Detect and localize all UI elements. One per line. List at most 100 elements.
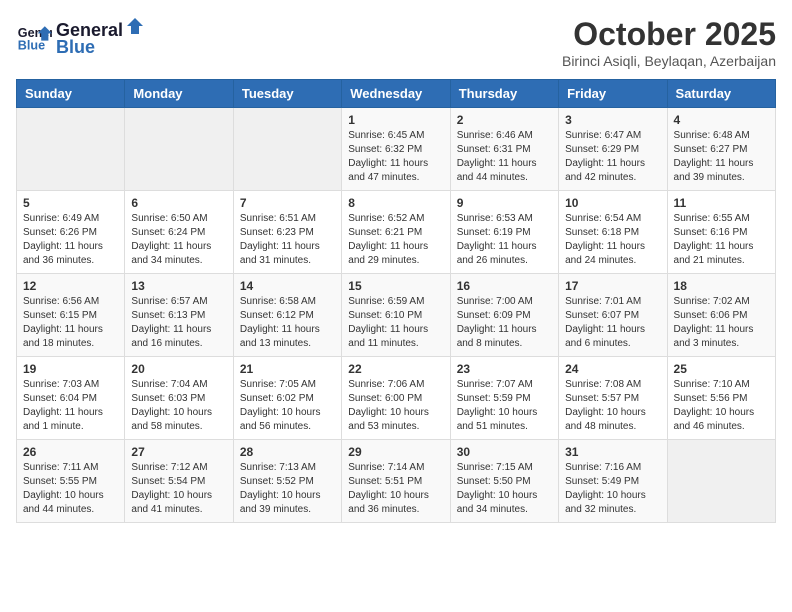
day-number: 22 <box>348 362 443 376</box>
day-number: 10 <box>565 196 660 210</box>
day-cell-25: 25 Sunrise: 7:10 AM Sunset: 5:56 PM Dayli… <box>667 357 775 440</box>
day-info: Sunrise: 7:05 AM Sunset: 6:02 PM Dayligh… <box>240 378 335 434</box>
title-block: October 2025 Birinci Asiqli, Beylaqan, A… <box>562 16 776 69</box>
location-subtitle: Birinci Asiqli, Beylaqan, Azerbaijan <box>562 53 776 69</box>
week-row-4: 19Sunrise: 7:03 AM Sunset: 6:04 PM Dayli… <box>17 357 776 440</box>
day-cell-6: 6 Sunrise: 6:50 AM Sunset: 6:24 PM Daylig… <box>125 191 233 274</box>
day-number: 9 <box>457 196 552 210</box>
column-header-thursday: Thursday <box>450 80 558 108</box>
day-cell-5: 5Sunrise: 6:49 AM Sunset: 6:26 PM Daylig… <box>17 191 125 274</box>
day-info: Sunrise: 6:50 AM Sunset: 6:24 PM Dayligh… <box>131 212 226 268</box>
day-info: Sunrise: 7:16 AM Sunset: 5:49 PM Dayligh… <box>565 461 660 517</box>
day-info: Sunrise: 7:07 AM Sunset: 5:59 PM Dayligh… <box>457 378 552 434</box>
day-number: 6 <box>131 196 226 210</box>
day-cell-27: 27Sunrise: 7:12 AM Sunset: 5:54 PM Dayli… <box>125 440 233 523</box>
day-cell-11: 11Sunrise: 6:55 AM Sunset: 6:16 PM Dayli… <box>667 191 775 274</box>
day-info: Sunrise: 7:08 AM Sunset: 5:57 PM Dayligh… <box>565 378 660 434</box>
day-info: Sunrise: 7:11 AM Sunset: 5:55 PM Dayligh… <box>23 461 118 517</box>
day-info: Sunrise: 6:58 AM Sunset: 6:12 PM Dayligh… <box>240 295 335 351</box>
week-row-1: 1 Sunrise: 6:45 AM Sunset: 6:32 PM Daylig… <box>17 108 776 191</box>
day-cell-22: 22 Sunrise: 7:06 AM Sunset: 6:00 PM Dayli… <box>342 357 450 440</box>
day-info: Sunrise: 7:02 AM Sunset: 6:06 PM Dayligh… <box>674 295 769 351</box>
week-row-3: 12Sunrise: 6:56 AM Sunset: 6:15 PM Dayli… <box>17 274 776 357</box>
empty-cell <box>17 108 125 191</box>
day-cell-24: 24 Sunrise: 7:08 AM Sunset: 5:57 PM Dayli… <box>559 357 667 440</box>
column-header-saturday: Saturday <box>667 80 775 108</box>
day-info: Sunrise: 6:47 AM Sunset: 6:29 PM Dayligh… <box>565 129 660 185</box>
day-number: 17 <box>565 279 660 293</box>
day-info: Sunrise: 7:06 AM Sunset: 6:00 PM Dayligh… <box>348 378 443 434</box>
column-header-sunday: Sunday <box>17 80 125 108</box>
day-number: 8 <box>348 196 443 210</box>
week-row-5: 26 Sunrise: 7:11 AM Sunset: 5:55 PM Dayli… <box>17 440 776 523</box>
day-number: 12 <box>23 279 118 293</box>
day-cell-9: 9 Sunrise: 6:53 AM Sunset: 6:19 PM Daylig… <box>450 191 558 274</box>
day-cell-4: 4 Sunrise: 6:48 AM Sunset: 6:27 PM Daylig… <box>667 108 775 191</box>
day-cell-15: 15 Sunrise: 6:59 AM Sunset: 6:10 PM Dayli… <box>342 274 450 357</box>
day-info: Sunrise: 7:14 AM Sunset: 5:51 PM Dayligh… <box>348 461 443 517</box>
day-cell-8: 8Sunrise: 6:52 AM Sunset: 6:21 PM Daylig… <box>342 191 450 274</box>
empty-cell <box>125 108 233 191</box>
column-header-wednesday: Wednesday <box>342 80 450 108</box>
day-info: Sunrise: 6:51 AM Sunset: 6:23 PM Dayligh… <box>240 212 335 268</box>
day-info: Sunrise: 6:59 AM Sunset: 6:10 PM Dayligh… <box>348 295 443 351</box>
day-number: 18 <box>674 279 769 293</box>
day-cell-21: 21 Sunrise: 7:05 AM Sunset: 6:02 PM Dayli… <box>233 357 341 440</box>
day-cell-31: 31 Sunrise: 7:16 AM Sunset: 5:49 PM Dayli… <box>559 440 667 523</box>
day-number: 4 <box>674 113 769 127</box>
day-number: 21 <box>240 362 335 376</box>
day-number: 31 <box>565 445 660 459</box>
day-info: Sunrise: 7:01 AM Sunset: 6:07 PM Dayligh… <box>565 295 660 351</box>
day-info: Sunrise: 6:54 AM Sunset: 6:18 PM Dayligh… <box>565 212 660 268</box>
svg-text:Blue: Blue <box>18 39 45 53</box>
day-cell-13: 13Sunrise: 6:57 AM Sunset: 6:13 PM Dayli… <box>125 274 233 357</box>
day-cell-10: 10 Sunrise: 6:54 AM Sunset: 6:18 PM Dayli… <box>559 191 667 274</box>
calendar-header-row: SundayMondayTuesdayWednesdayThursdayFrid… <box>17 80 776 108</box>
day-number: 20 <box>131 362 226 376</box>
day-cell-28: 28Sunrise: 7:13 AM Sunset: 5:52 PM Dayli… <box>233 440 341 523</box>
day-cell-23: 23Sunrise: 7:07 AM Sunset: 5:59 PM Dayli… <box>450 357 558 440</box>
day-cell-14: 14 Sunrise: 6:58 AM Sunset: 6:12 PM Dayli… <box>233 274 341 357</box>
day-info: Sunrise: 6:45 AM Sunset: 6:32 PM Dayligh… <box>348 129 443 185</box>
day-cell-18: 18 Sunrise: 7:02 AM Sunset: 6:06 PM Dayli… <box>667 274 775 357</box>
empty-cell <box>667 440 775 523</box>
day-info: Sunrise: 6:53 AM Sunset: 6:19 PM Dayligh… <box>457 212 552 268</box>
day-cell-3: 3 Sunrise: 6:47 AM Sunset: 6:29 PM Daylig… <box>559 108 667 191</box>
week-row-2: 5Sunrise: 6:49 AM Sunset: 6:26 PM Daylig… <box>17 191 776 274</box>
day-number: 3 <box>565 113 660 127</box>
day-cell-16: 16Sunrise: 7:00 AM Sunset: 6:09 PM Dayli… <box>450 274 558 357</box>
day-info: Sunrise: 6:46 AM Sunset: 6:31 PM Dayligh… <box>457 129 552 185</box>
empty-cell <box>233 108 341 191</box>
day-cell-30: 30 Sunrise: 7:15 AM Sunset: 5:50 PM Dayli… <box>450 440 558 523</box>
day-number: 11 <box>674 196 769 210</box>
day-info: Sunrise: 7:04 AM Sunset: 6:03 PM Dayligh… <box>131 378 226 434</box>
day-info: Sunrise: 7:15 AM Sunset: 5:50 PM Dayligh… <box>457 461 552 517</box>
day-cell-17: 17 Sunrise: 7:01 AM Sunset: 6:07 PM Dayli… <box>559 274 667 357</box>
day-cell-7: 7 Sunrise: 6:51 AM Sunset: 6:23 PM Daylig… <box>233 191 341 274</box>
day-info: Sunrise: 6:48 AM Sunset: 6:27 PM Dayligh… <box>674 129 769 185</box>
day-number: 26 <box>23 445 118 459</box>
day-number: 24 <box>565 362 660 376</box>
day-info: Sunrise: 7:03 AM Sunset: 6:04 PM Dayligh… <box>23 378 118 434</box>
page-header: General Blue General Blue October 2025 B… <box>16 16 776 69</box>
day-number: 7 <box>240 196 335 210</box>
day-cell-1: 1 Sunrise: 6:45 AM Sunset: 6:32 PM Daylig… <box>342 108 450 191</box>
day-cell-19: 19Sunrise: 7:03 AM Sunset: 6:04 PM Dayli… <box>17 357 125 440</box>
day-cell-29: 29 Sunrise: 7:14 AM Sunset: 5:51 PM Dayli… <box>342 440 450 523</box>
day-number: 14 <box>240 279 335 293</box>
day-number: 2 <box>457 113 552 127</box>
day-info: Sunrise: 7:10 AM Sunset: 5:56 PM Dayligh… <box>674 378 769 434</box>
logo: General Blue General Blue <box>16 16 145 58</box>
day-number: 28 <box>240 445 335 459</box>
day-number: 30 <box>457 445 552 459</box>
month-title: October 2025 <box>562 16 776 53</box>
day-number: 1 <box>348 113 443 127</box>
day-info: Sunrise: 6:57 AM Sunset: 6:13 PM Dayligh… <box>131 295 226 351</box>
day-cell-20: 20 Sunrise: 7:04 AM Sunset: 6:03 PM Dayli… <box>125 357 233 440</box>
day-number: 29 <box>348 445 443 459</box>
day-info: Sunrise: 7:00 AM Sunset: 6:09 PM Dayligh… <box>457 295 552 351</box>
day-cell-12: 12Sunrise: 6:56 AM Sunset: 6:15 PM Dayli… <box>17 274 125 357</box>
day-number: 25 <box>674 362 769 376</box>
day-number: 15 <box>348 279 443 293</box>
day-number: 5 <box>23 196 118 210</box>
